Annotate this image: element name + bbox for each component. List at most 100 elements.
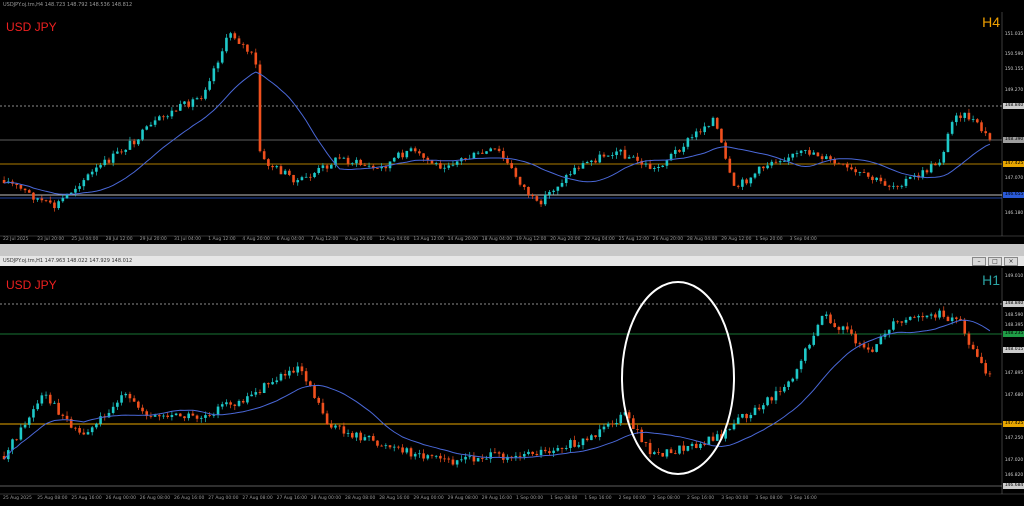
candle-body	[984, 131, 988, 134]
candle-body	[816, 152, 820, 157]
candle-body	[808, 344, 811, 349]
candle-body	[984, 363, 988, 374]
candle-body	[481, 458, 484, 459]
candle-body	[15, 439, 18, 441]
time-axis-label: 13 Aug 12:00	[413, 237, 444, 242]
candle-body	[564, 175, 568, 183]
time-axis-label: 27 Aug 08:00	[242, 496, 273, 501]
candle-body	[791, 378, 795, 382]
candle-body	[229, 33, 232, 38]
candle-body	[464, 158, 467, 160]
candle-body	[946, 316, 950, 322]
h1-symbol-label: USD JPY	[6, 278, 57, 292]
price-axis-label: 148.015	[1003, 347, 1024, 353]
candle-body	[472, 152, 476, 159]
time-axis-label: 25 Aug 08:00	[37, 496, 68, 501]
candle-body	[724, 142, 727, 159]
candle-body	[967, 112, 971, 120]
price-axis-label: 149.010	[1003, 274, 1024, 280]
candle-body	[120, 151, 123, 153]
candle-body	[636, 429, 639, 430]
highlight-ellipse[interactable]	[621, 281, 735, 475]
candle-body	[808, 150, 811, 155]
candle-body	[363, 164, 367, 166]
candle-body	[439, 455, 442, 459]
candle-body	[715, 434, 719, 441]
candle-body	[606, 423, 610, 427]
candle-body	[980, 122, 983, 132]
candle-body	[178, 413, 182, 417]
candle-body	[971, 119, 975, 121]
candle-body	[728, 429, 732, 431]
time-axis-label: 12 Aug 04:00	[379, 237, 410, 242]
candle-body	[690, 443, 694, 446]
candle-body	[938, 310, 941, 318]
candle-body	[929, 164, 933, 173]
candle-body	[401, 447, 404, 453]
candle-body	[556, 448, 560, 451]
h1-candlestick-chart[interactable]	[0, 256, 1024, 506]
candle-body	[862, 172, 866, 173]
candle-body	[208, 81, 211, 90]
candle-body	[313, 386, 316, 398]
candle-body	[548, 451, 551, 454]
candle-body	[57, 402, 60, 415]
candle-body	[27, 190, 31, 193]
h1-chart-window[interactable]: USDJPY.oj.tm,H1 147.963 148.022 147.929 …	[0, 256, 1024, 506]
candle-body	[397, 446, 400, 448]
candle-body	[82, 432, 86, 435]
candle-body	[48, 200, 52, 203]
candle-body	[199, 417, 203, 419]
candle-body	[103, 159, 107, 166]
candle-body	[476, 152, 480, 154]
candle-body	[623, 149, 627, 159]
candle-body	[627, 412, 631, 419]
candle-body	[770, 161, 774, 166]
candle-body	[405, 150, 409, 158]
candle-body	[778, 391, 782, 392]
price-axis-label: 147.680	[1003, 393, 1024, 399]
candle-body	[753, 173, 757, 178]
h4-candlestick-chart[interactable]	[0, 0, 1024, 244]
candle-body	[636, 156, 639, 161]
candle-body	[711, 117, 715, 126]
candle-body	[976, 119, 979, 123]
candle-body	[858, 172, 862, 173]
candle-body	[904, 178, 908, 186]
candle-body	[401, 152, 404, 158]
candle-body	[845, 164, 849, 168]
candle-body	[338, 157, 341, 159]
candle-body	[434, 163, 438, 164]
candle-body	[497, 452, 501, 454]
candle-body	[187, 101, 190, 107]
candle-body	[577, 445, 581, 447]
price-axis-label: 148.590	[1003, 313, 1024, 319]
candle-body	[132, 140, 136, 145]
candle-body	[493, 148, 497, 150]
candle-body	[950, 317, 954, 322]
h4-chart-window[interactable]: USDJPY.oj.tm,H4 148.723 148.792 148.536 …	[0, 0, 1024, 244]
candle-body	[573, 167, 576, 175]
time-axis-label: 7 Aug 12:00	[310, 237, 339, 242]
candle-body	[111, 153, 115, 163]
candle-body	[27, 417, 31, 425]
time-axis-label: 14 Aug 20:00	[447, 237, 478, 242]
price-axis-label: 149.270	[1003, 88, 1024, 94]
price-axis-label: 147.250	[1003, 436, 1024, 442]
candle-body	[804, 348, 807, 361]
candle-body	[74, 427, 77, 429]
candle-body	[908, 176, 912, 179]
candle-body	[573, 440, 576, 447]
candle-body	[275, 166, 279, 168]
candle-body	[678, 150, 681, 152]
candle-body	[363, 437, 367, 441]
candle-body	[220, 404, 224, 407]
candle-body	[321, 165, 325, 168]
candle-body	[527, 186, 530, 196]
candle-body	[397, 152, 400, 158]
time-axis-label: 19 Aug 12:00	[516, 237, 547, 242]
time-axis-label: 3 Sep 04:00	[789, 237, 817, 242]
candle-body	[606, 155, 610, 157]
candle-body	[619, 414, 623, 424]
candle-body	[384, 445, 388, 447]
